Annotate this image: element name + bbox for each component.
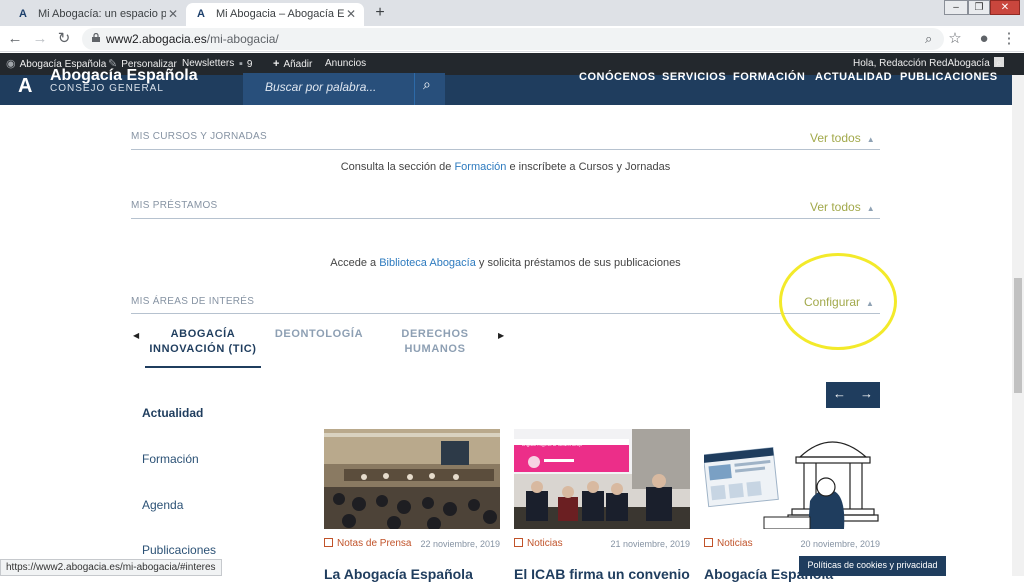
formacion-link[interactable]: Formación	[454, 161, 506, 173]
nav-actualidad[interactable]: ACTUALIDAD	[815, 71, 892, 83]
news-date: 22 noviembre, 2019	[420, 539, 500, 549]
address-bar-row: ← → ↻ www2.abogacia.es/mi-abogacia/ ⌕ ☆ …	[0, 26, 1024, 52]
interest-tabs: ◀ ABOGACÍA INNOVACIÓN (TIC) DEONTOLOGÍA D…	[131, 327, 511, 369]
news-card-image[interactable]: Digital Rights & Citizenship	[514, 429, 690, 529]
cookie-policy-button[interactable]: Políticas de cookies y privacidad	[799, 556, 946, 576]
plus-icon: +	[273, 58, 280, 70]
tab-derechos-humanos[interactable]: DERECHOS HUMANOS	[389, 327, 481, 357]
nav-servicios[interactable]: SERVICIOS	[662, 71, 726, 83]
nav-publicaciones[interactable]: PUBLICACIONES	[900, 71, 998, 83]
abogacia-logo-icon[interactable]: A	[18, 73, 40, 99]
forward-arrow-icon[interactable]: →	[31, 30, 49, 48]
biblioteca-link[interactable]: Biblioteca Abogacía	[379, 257, 476, 269]
browser-tabstrip: A Mi Abogacía: un espacio persona ✕ A Mi…	[0, 0, 1024, 26]
news-card-meta: Noticias 21 noviembre, 2019	[514, 538, 690, 549]
ver-todos-cursos-link[interactable]: Ver todos ▲	[810, 131, 875, 145]
menu-kebab-icon[interactable]: ⋮	[1000, 30, 1018, 48]
zoom-icon[interactable]: ⌕	[925, 31, 932, 47]
sidebar-item-actualidad[interactable]: Actualidad	[142, 406, 203, 420]
news-card[interactable]: Noticias 20 noviembre, 2019 Abogacía Esp…	[704, 429, 880, 582]
logo-subtitle: CONSEJO GENERAL	[50, 83, 164, 94]
comment-icon: ▪	[239, 58, 243, 70]
close-window-button[interactable]: ✕	[990, 0, 1020, 15]
cursos-info-text: Consulta la sección de Formación e inscr…	[340, 161, 671, 173]
abogacia-favicon-icon: A	[19, 8, 27, 20]
news-date: 20 noviembre, 2019	[800, 539, 880, 549]
url-input[interactable]: www2.abogacia.es/mi-abogacia/ ⌕	[82, 28, 944, 50]
reload-icon[interactable]: ↻	[55, 30, 73, 48]
bookmark-star-icon[interactable]: ☆	[946, 30, 964, 48]
tabs-prev-icon[interactable]: ◀	[133, 331, 139, 340]
section-title-prestamos: MIS PRÉSTAMOS	[131, 200, 218, 211]
search-input[interactable]: Buscar por palabra...	[265, 80, 376, 94]
active-tab-indicator	[145, 366, 261, 368]
news-card-meta: Noticias 20 noviembre, 2019	[704, 538, 880, 549]
restore-button[interactable]: ❐	[968, 0, 990, 15]
news-title[interactable]: La Abogacía Española	[324, 566, 500, 582]
news-card[interactable]: Notas de Prensa 22 noviembre, 2019 La Ab…	[324, 429, 500, 582]
palette-icon: ◉	[6, 58, 16, 70]
caret-up-icon: ▲	[866, 135, 875, 144]
browser-tab-1[interactable]: A Mi Abogacía: un espacio persona ✕	[8, 3, 186, 26]
news-card-meta: Notas de Prensa 22 noviembre, 2019	[324, 538, 500, 549]
new-tab-button[interactable]: +	[370, 4, 390, 24]
news-category[interactable]: Notas de Prensa	[324, 538, 412, 549]
highlight-circle	[779, 253, 897, 350]
document-icon	[514, 538, 523, 547]
back-arrow-icon[interactable]: ←	[6, 30, 24, 48]
search-icon[interactable]: ⌕	[423, 76, 431, 93]
site-search[interactable]: Buscar por palabra... ⌕	[243, 73, 445, 105]
sidebar-item-formacion[interactable]: Formación	[142, 452, 199, 466]
news-category[interactable]: Noticias	[514, 538, 563, 549]
caret-up-icon: ▲	[866, 204, 875, 213]
tab-title: Mi Abogacía: un espacio persona	[38, 8, 166, 20]
tab-deontologia[interactable]: DEONTOLOGÍA	[271, 327, 367, 342]
slide-screen-text: Digital Rights & Citizenship	[522, 442, 583, 448]
tabs-next-icon[interactable]: ▶	[498, 331, 504, 340]
section-title-cursos: MIS CURSOS Y JORNADAS	[131, 131, 267, 142]
browser-tab-2[interactable]: A Mi Abogacia – Abogacía Españo ✕	[186, 3, 364, 26]
news-card-image[interactable]	[324, 429, 500, 529]
close-tab-icon[interactable]: ✕	[346, 3, 356, 25]
news-card[interactable]: Digital Rights & Citizenship Noticias 21…	[514, 429, 690, 582]
search-divider	[414, 73, 415, 105]
tab-title: Mi Abogacia – Abogacía Españo	[216, 8, 344, 20]
news-card-image[interactable]	[704, 429, 880, 529]
news-category[interactable]: Noticias	[704, 538, 753, 549]
admin-ads-link[interactable]: Anuncios	[325, 53, 366, 75]
divider	[131, 313, 880, 314]
document-icon	[324, 538, 333, 547]
news-title[interactable]: El ICAB firma un convenio	[514, 566, 690, 582]
lock-icon	[92, 33, 100, 42]
nav-formacion[interactable]: FORMACIÓN	[733, 71, 805, 83]
url-text: www2.abogacia.es/mi-abogacia/	[106, 32, 279, 46]
status-url-bar: https://www2.abogacia.es/mi-abogacia/#in…	[0, 559, 222, 576]
carousel-prev-button[interactable]: ←	[826, 382, 853, 408]
carousel-next-button[interactable]: →	[853, 382, 880, 408]
sidebar-item-agenda[interactable]: Agenda	[142, 498, 183, 512]
section-title-areas: MIS ÁREAS DE INTERÉS	[131, 296, 255, 307]
minimize-button[interactable]: –	[944, 0, 968, 15]
document-icon	[704, 538, 713, 547]
tab-abogacia-innovacion[interactable]: ABOGACÍA INNOVACIÓN (TIC)	[145, 327, 261, 357]
scrollbar-thumb[interactable]	[1014, 278, 1022, 393]
sidebar-item-publicaciones[interactable]: Publicaciones	[142, 543, 216, 557]
abogacia-favicon-icon: A	[197, 8, 205, 20]
close-tab-icon[interactable]: ✕	[168, 3, 178, 25]
divider	[131, 218, 880, 219]
nav-conocenos[interactable]: CONÓCENOS	[579, 71, 656, 83]
divider	[131, 149, 880, 150]
news-date: 21 noviembre, 2019	[610, 539, 690, 549]
site-header: A Abogacía Española CONSEJO GENERAL Busc…	[0, 67, 1012, 105]
prestamos-info-text: Accede a Biblioteca Abogacía y solicita …	[330, 257, 681, 269]
profile-icon[interactable]: ●	[975, 30, 993, 48]
ver-todos-prestamos-link[interactable]: Ver todos ▲	[810, 200, 875, 214]
